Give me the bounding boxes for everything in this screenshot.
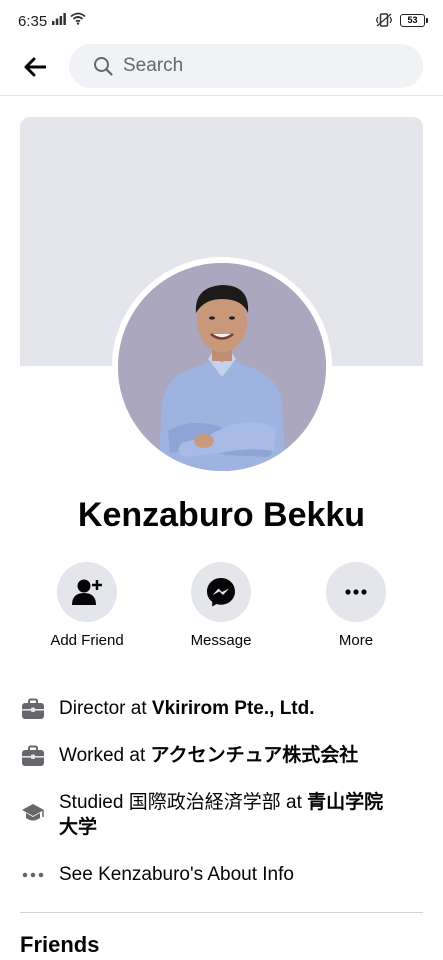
- vibrate-icon: [376, 13, 392, 27]
- search-input[interactable]: Search: [69, 44, 423, 88]
- message-button[interactable]: Message: [161, 562, 281, 649]
- status-right-icons: 53: [376, 13, 428, 27]
- section-divider: [20, 912, 423, 913]
- add-friend-button[interactable]: Add Friend: [27, 562, 147, 649]
- more-dots-icon: [20, 862, 46, 888]
- search-placeholder: Search: [123, 55, 184, 76]
- info-row-past-work[interactable]: Worked at アクセンチュア株式会社: [20, 743, 423, 769]
- briefcase-icon: [20, 696, 46, 722]
- status-left-icons: [52, 12, 86, 25]
- more-button[interactable]: More: [296, 562, 416, 649]
- battery-icon: 53: [400, 13, 428, 27]
- avatar[interactable]: [118, 263, 326, 471]
- current-work-text: Director at Vkirirom Pte., Ltd.: [59, 696, 315, 721]
- back-arrow-icon: [24, 57, 46, 77]
- status-bar: 6:35 53: [0, 0, 443, 40]
- message-circle[interactable]: [191, 562, 251, 622]
- search-icon: [94, 57, 113, 76]
- current-work-place[interactable]: Vkirirom Pte., Ltd.: [152, 698, 315, 719]
- friends-heading[interactable]: Friends: [20, 932, 99, 958]
- top-bar: Search: [0, 40, 443, 96]
- education-prefix: Studied: [59, 792, 129, 813]
- battery-level: 53: [407, 15, 418, 25]
- info-row-education[interactable]: Studied 国際政治経済学部 at 青山学院大学: [20, 790, 423, 840]
- more-icon: [345, 589, 367, 595]
- message-label: Message: [190, 632, 252, 649]
- education-field: 国際政治経済学部: [128, 792, 281, 813]
- add-friend-circle[interactable]: [57, 562, 117, 622]
- see-about-link[interactable]: See Kenzaburo's About Info: [59, 862, 294, 887]
- briefcase-icon: [20, 743, 46, 769]
- info-row-see-about[interactable]: See Kenzaburo's About Info: [20, 862, 423, 888]
- current-work-prefix: Director at: [59, 698, 152, 719]
- past-work-text: Worked at アクセンチュア株式会社: [59, 743, 358, 768]
- messenger-icon: [207, 578, 235, 607]
- profile-photo: [118, 263, 326, 471]
- status-time: 6:35: [18, 13, 48, 30]
- past-work-place[interactable]: アクセンチュア株式会社: [151, 745, 359, 766]
- add-friend-icon: [72, 579, 102, 605]
- graduation-cap-icon: [20, 800, 46, 826]
- education-text: Studied 国際政治経済学部 at 青山学院大学: [59, 790, 399, 840]
- back-button[interactable]: [18, 50, 52, 84]
- more-circle[interactable]: [326, 562, 386, 622]
- info-row-current-work[interactable]: Director at Vkirirom Pte., Ltd.: [20, 696, 423, 722]
- wifi-icon: [70, 12, 86, 25]
- education-middle: at: [280, 792, 308, 813]
- profile-name: Kenzaburo Bekku: [77, 496, 366, 534]
- add-friend-label: Add Friend: [50, 632, 124, 649]
- more-label: More: [338, 632, 374, 649]
- past-work-prefix: Worked at: [59, 745, 151, 766]
- signal-icon: [52, 13, 66, 25]
